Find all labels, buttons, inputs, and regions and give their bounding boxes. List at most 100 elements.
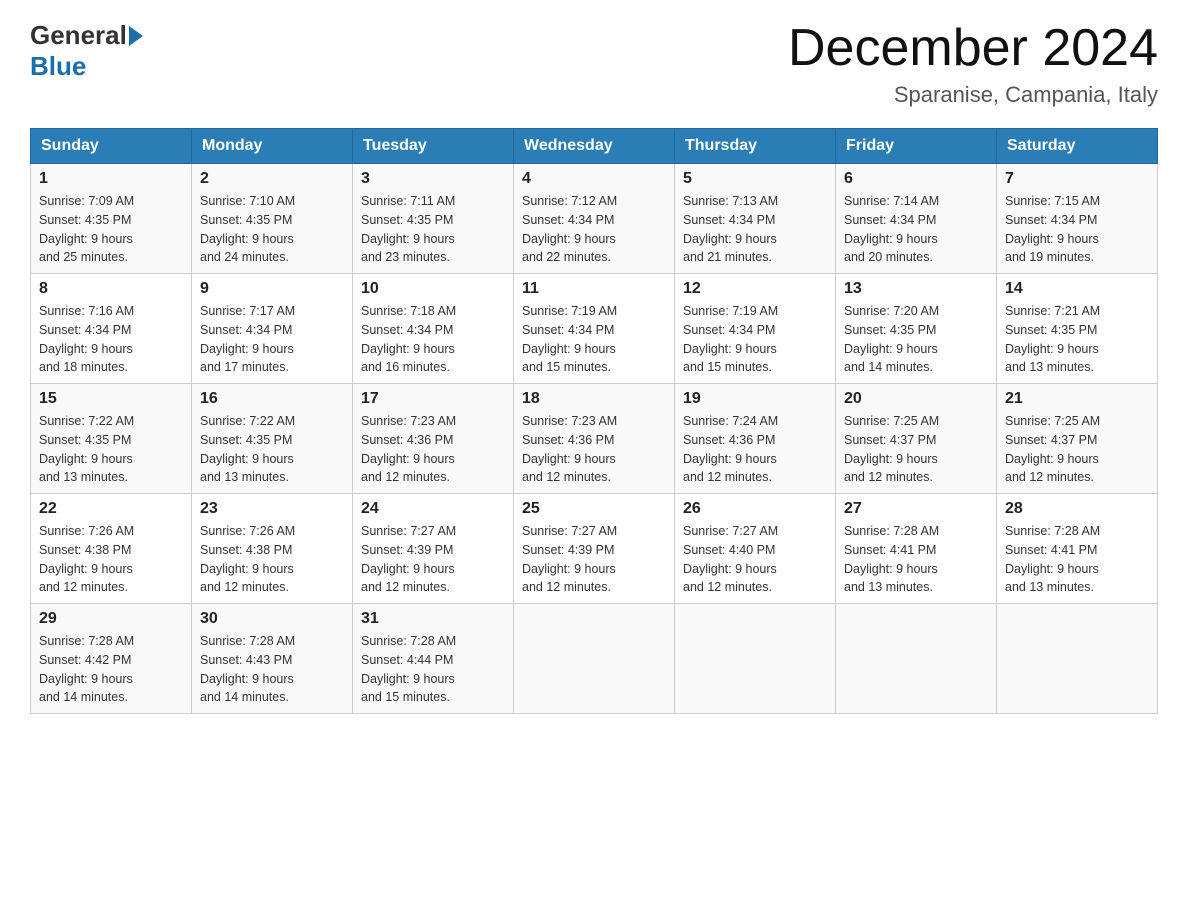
day-number: 30 [200, 610, 344, 628]
day-number: 7 [1005, 170, 1149, 188]
day-info: Sunrise: 7:19 AM Sunset: 4:34 PM Dayligh… [683, 302, 827, 377]
calendar-cell: 20 Sunrise: 7:25 AM Sunset: 4:37 PM Dayl… [836, 384, 997, 494]
day-info: Sunrise: 7:19 AM Sunset: 4:34 PM Dayligh… [522, 302, 666, 377]
calendar-cell [836, 604, 997, 714]
calendar-cell: 12 Sunrise: 7:19 AM Sunset: 4:34 PM Dayl… [675, 274, 836, 384]
day-info: Sunrise: 7:26 AM Sunset: 4:38 PM Dayligh… [200, 522, 344, 597]
logo-general-text: General [30, 20, 127, 51]
calendar-table: SundayMondayTuesdayWednesdayThursdayFrid… [30, 128, 1158, 714]
day-info: Sunrise: 7:28 AM Sunset: 4:41 PM Dayligh… [1005, 522, 1149, 597]
day-info: Sunrise: 7:25 AM Sunset: 4:37 PM Dayligh… [1005, 412, 1149, 487]
calendar-cell: 3 Sunrise: 7:11 AM Sunset: 4:35 PM Dayli… [353, 164, 514, 274]
day-number: 6 [844, 170, 988, 188]
day-info: Sunrise: 7:28 AM Sunset: 4:42 PM Dayligh… [39, 632, 183, 707]
page-header: General Blue December 2024 Sparanise, Ca… [30, 20, 1158, 108]
day-info: Sunrise: 7:26 AM Sunset: 4:38 PM Dayligh… [39, 522, 183, 597]
calendar-cell: 22 Sunrise: 7:26 AM Sunset: 4:38 PM Dayl… [31, 494, 192, 604]
day-info: Sunrise: 7:23 AM Sunset: 4:36 PM Dayligh… [522, 412, 666, 487]
day-number: 26 [683, 500, 827, 518]
day-info: Sunrise: 7:25 AM Sunset: 4:37 PM Dayligh… [844, 412, 988, 487]
day-number: 8 [39, 280, 183, 298]
day-number: 3 [361, 170, 505, 188]
calendar-cell: 17 Sunrise: 7:23 AM Sunset: 4:36 PM Dayl… [353, 384, 514, 494]
calendar-cell: 1 Sunrise: 7:09 AM Sunset: 4:35 PM Dayli… [31, 164, 192, 274]
day-info: Sunrise: 7:14 AM Sunset: 4:34 PM Dayligh… [844, 192, 988, 267]
day-info: Sunrise: 7:20 AM Sunset: 4:35 PM Dayligh… [844, 302, 988, 377]
header-saturday: Saturday [997, 129, 1158, 164]
calendar-cell: 13 Sunrise: 7:20 AM Sunset: 4:35 PM Dayl… [836, 274, 997, 384]
week-row-4: 22 Sunrise: 7:26 AM Sunset: 4:38 PM Dayl… [31, 494, 1158, 604]
calendar-cell: 15 Sunrise: 7:22 AM Sunset: 4:35 PM Dayl… [31, 384, 192, 494]
day-info: Sunrise: 7:23 AM Sunset: 4:36 PM Dayligh… [361, 412, 505, 487]
calendar-cell [997, 604, 1158, 714]
header-row: SundayMondayTuesdayWednesdayThursdayFrid… [31, 129, 1158, 164]
header-thursday: Thursday [675, 129, 836, 164]
day-info: Sunrise: 7:18 AM Sunset: 4:34 PM Dayligh… [361, 302, 505, 377]
week-row-2: 8 Sunrise: 7:16 AM Sunset: 4:34 PM Dayli… [31, 274, 1158, 384]
calendar-cell: 25 Sunrise: 7:27 AM Sunset: 4:39 PM Dayl… [514, 494, 675, 604]
day-number: 27 [844, 500, 988, 518]
day-info: Sunrise: 7:16 AM Sunset: 4:34 PM Dayligh… [39, 302, 183, 377]
day-info: Sunrise: 7:22 AM Sunset: 4:35 PM Dayligh… [39, 412, 183, 487]
calendar-cell: 29 Sunrise: 7:28 AM Sunset: 4:42 PM Dayl… [31, 604, 192, 714]
calendar-cell: 2 Sunrise: 7:10 AM Sunset: 4:35 PM Dayli… [192, 164, 353, 274]
calendar-cell: 6 Sunrise: 7:14 AM Sunset: 4:34 PM Dayli… [836, 164, 997, 274]
calendar-cell: 4 Sunrise: 7:12 AM Sunset: 4:34 PM Dayli… [514, 164, 675, 274]
day-number: 21 [1005, 390, 1149, 408]
day-info: Sunrise: 7:24 AM Sunset: 4:36 PM Dayligh… [683, 412, 827, 487]
calendar-cell [514, 604, 675, 714]
header-tuesday: Tuesday [353, 129, 514, 164]
day-number: 4 [522, 170, 666, 188]
week-row-3: 15 Sunrise: 7:22 AM Sunset: 4:35 PM Dayl… [31, 384, 1158, 494]
header-sunday: Sunday [31, 129, 192, 164]
calendar-cell: 5 Sunrise: 7:13 AM Sunset: 4:34 PM Dayli… [675, 164, 836, 274]
week-row-1: 1 Sunrise: 7:09 AM Sunset: 4:35 PM Dayli… [31, 164, 1158, 274]
day-number: 24 [361, 500, 505, 518]
calendar-cell: 7 Sunrise: 7:15 AM Sunset: 4:34 PM Dayli… [997, 164, 1158, 274]
calendar-body: 1 Sunrise: 7:09 AM Sunset: 4:35 PM Dayli… [31, 164, 1158, 714]
day-number: 13 [844, 280, 988, 298]
day-info: Sunrise: 7:27 AM Sunset: 4:39 PM Dayligh… [361, 522, 505, 597]
day-info: Sunrise: 7:27 AM Sunset: 4:39 PM Dayligh… [522, 522, 666, 597]
header-wednesday: Wednesday [514, 129, 675, 164]
day-number: 22 [39, 500, 183, 518]
calendar-cell: 16 Sunrise: 7:22 AM Sunset: 4:35 PM Dayl… [192, 384, 353, 494]
day-number: 10 [361, 280, 505, 298]
day-info: Sunrise: 7:13 AM Sunset: 4:34 PM Dayligh… [683, 192, 827, 267]
calendar-cell: 8 Sunrise: 7:16 AM Sunset: 4:34 PM Dayli… [31, 274, 192, 384]
day-info: Sunrise: 7:28 AM Sunset: 4:41 PM Dayligh… [844, 522, 988, 597]
title-area: December 2024 Sparanise, Campania, Italy [788, 20, 1158, 108]
calendar-cell: 31 Sunrise: 7:28 AM Sunset: 4:44 PM Dayl… [353, 604, 514, 714]
day-info: Sunrise: 7:28 AM Sunset: 4:43 PM Dayligh… [200, 632, 344, 707]
logo: General Blue [30, 20, 145, 82]
calendar-cell: 27 Sunrise: 7:28 AM Sunset: 4:41 PM Dayl… [836, 494, 997, 604]
day-number: 18 [522, 390, 666, 408]
calendar-cell: 21 Sunrise: 7:25 AM Sunset: 4:37 PM Dayl… [997, 384, 1158, 494]
day-number: 23 [200, 500, 344, 518]
location-text: Sparanise, Campania, Italy [788, 82, 1158, 108]
calendar-cell: 30 Sunrise: 7:28 AM Sunset: 4:43 PM Dayl… [192, 604, 353, 714]
day-number: 29 [39, 610, 183, 628]
day-number: 14 [1005, 280, 1149, 298]
calendar-cell [675, 604, 836, 714]
week-row-5: 29 Sunrise: 7:28 AM Sunset: 4:42 PM Dayl… [31, 604, 1158, 714]
calendar-cell: 14 Sunrise: 7:21 AM Sunset: 4:35 PM Dayl… [997, 274, 1158, 384]
day-number: 25 [522, 500, 666, 518]
day-number: 28 [1005, 500, 1149, 518]
day-number: 9 [200, 280, 344, 298]
calendar-cell: 19 Sunrise: 7:24 AM Sunset: 4:36 PM Dayl… [675, 384, 836, 494]
calendar-cell: 10 Sunrise: 7:18 AM Sunset: 4:34 PM Dayl… [353, 274, 514, 384]
calendar-cell: 9 Sunrise: 7:17 AM Sunset: 4:34 PM Dayli… [192, 274, 353, 384]
day-number: 16 [200, 390, 344, 408]
calendar-cell: 23 Sunrise: 7:26 AM Sunset: 4:38 PM Dayl… [192, 494, 353, 604]
day-info: Sunrise: 7:12 AM Sunset: 4:34 PM Dayligh… [522, 192, 666, 267]
day-info: Sunrise: 7:10 AM Sunset: 4:35 PM Dayligh… [200, 192, 344, 267]
day-info: Sunrise: 7:27 AM Sunset: 4:40 PM Dayligh… [683, 522, 827, 597]
day-number: 15 [39, 390, 183, 408]
calendar-cell: 26 Sunrise: 7:27 AM Sunset: 4:40 PM Dayl… [675, 494, 836, 604]
day-info: Sunrise: 7:28 AM Sunset: 4:44 PM Dayligh… [361, 632, 505, 707]
calendar-header: SundayMondayTuesdayWednesdayThursdayFrid… [31, 129, 1158, 164]
logo-blue-text: Blue [30, 51, 86, 81]
day-info: Sunrise: 7:17 AM Sunset: 4:34 PM Dayligh… [200, 302, 344, 377]
day-number: 31 [361, 610, 505, 628]
